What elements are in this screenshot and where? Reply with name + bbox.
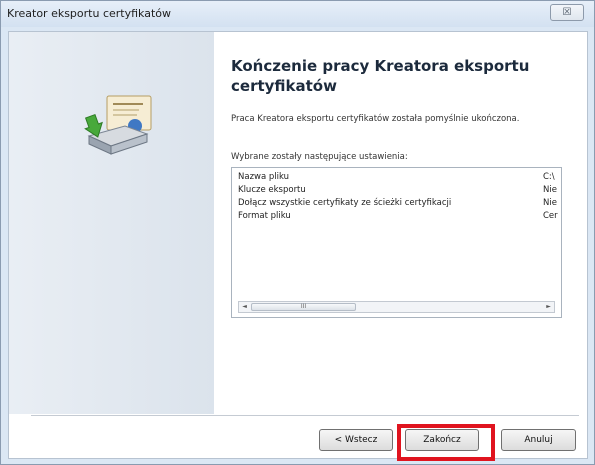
back-button[interactable]: < Wstecz [319,429,393,451]
scroll-left-icon[interactable]: ◄ [239,302,250,312]
setting-name: Klucze eksportu [238,185,306,195]
settings-label: Wybrane zostały następujące ustawienia: [231,152,408,162]
scroll-right-icon[interactable]: ► [543,302,554,312]
page-title: Kończenie pracy Kreatora eksportu certyf… [231,57,530,95]
setting-name: Dołącz wszystkie certyfikaty ze ścieżki … [238,198,452,208]
window-title: Kreator eksportu certyfikatów [7,7,171,20]
setting-value: Nie [543,185,557,195]
list-item: Klucze eksportu Nie [238,185,557,197]
setting-value: C:\ [543,172,555,182]
list-item: Format pliku Cer [238,211,558,223]
wizard-content: Kończenie pracy Kreatora eksportu certyf… [8,31,588,459]
highlight-box [397,424,495,461]
scroll-thumb[interactable]: III [251,303,356,311]
horizontal-scrollbar[interactable]: ◄ III ► [238,301,555,313]
close-icon: ☒ [562,7,572,18]
wizard-window: Kreator eksportu certyfikatów ☒ Kończeni… [0,0,595,465]
certificate-export-icon [84,95,152,155]
setting-name: Nazwa pliku [238,172,290,182]
setting-value: Nie [543,198,557,208]
setting-value: Cer [543,211,558,221]
settings-list[interactable]: Nazwa pliku C:\ Klucze eksportu Nie Dołą… [231,167,562,318]
title-bar: Kreator eksportu certyfikatów ☒ [1,1,594,27]
close-button[interactable]: ☒ [550,4,584,21]
list-item: Dołącz wszystkie certyfikaty ze ścieżki … [238,198,557,210]
cancel-button[interactable]: Anuluj [501,429,576,451]
divider [31,415,579,417]
wizard-sidebar [9,32,214,414]
list-item: Nazwa pliku C:\ [238,172,555,184]
completion-message: Praca Kreatora eksportu certyfikatów zos… [231,114,520,124]
setting-name: Format pliku [238,211,291,221]
